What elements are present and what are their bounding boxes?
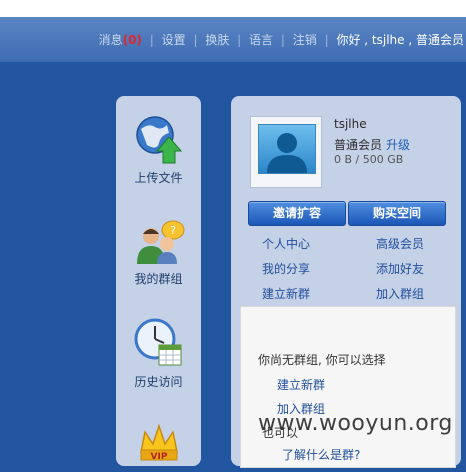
sidebar-item-history[interactable]: 历史访问 (116, 317, 201, 390)
nav-divider: | (237, 33, 242, 47)
sidebar-item-upload[interactable]: 上传文件 (116, 113, 201, 186)
personal-center-link[interactable]: 个人中心 (262, 235, 310, 252)
browser-top-strip (0, 0, 466, 17)
top-nav: 消息(0) | 设置 | 换肤 | 语言 | 注销 | 你好 , tsjlhe … (99, 30, 464, 50)
sidebar-item-label: 上传文件 (134, 171, 183, 185)
upload-globe-icon (135, 116, 182, 164)
create-group-link[interactable]: 建立新群 (262, 285, 310, 302)
svg-text:?: ? (170, 224, 176, 237)
sidebar-item-label: 历史访问 (134, 375, 183, 389)
groups-content-box (240, 306, 456, 468)
invite-expand-button[interactable]: 邀请扩容 (248, 201, 346, 226)
avatar-silhouette-icon (258, 124, 316, 174)
member-level-label: 普通会员 (334, 138, 383, 152)
member-level: 普通会员 升级 (334, 136, 410, 153)
avatar[interactable] (250, 116, 322, 188)
watermark: www.wooyun.org (258, 411, 453, 436)
nav-divider: | (280, 33, 285, 47)
skin-link[interactable]: 换肤 (205, 30, 229, 50)
messages-link[interactable]: 消息(0) (99, 30, 142, 50)
vip-crown-icon: VIP (139, 423, 178, 462)
storage-quota: 0 B / 500 GB (334, 153, 404, 166)
username: tsjlhe (334, 117, 367, 131)
what-is-group-link[interactable]: 了解什么是群? (282, 446, 360, 463)
settings-link[interactable]: 设置 (162, 30, 186, 50)
vip-crown-label: VIP (150, 452, 167, 462)
messages-label: 消息 (98, 33, 123, 47)
premium-member-link[interactable]: 高级会员 (376, 235, 424, 252)
sidebar-item-vip[interactable]: VIP (116, 420, 201, 472)
create-group-option[interactable]: 建立新群 (277, 376, 325, 393)
sidebar-item-groups[interactable]: ? 我的群组 (116, 214, 201, 287)
nav-divider: | (149, 33, 154, 47)
my-share-link[interactable]: 我的分享 (262, 260, 310, 277)
sidebar-item-label: 我的群组 (134, 272, 183, 286)
language-link[interactable]: 语言 (249, 30, 273, 50)
join-group-link[interactable]: 加入群组 (376, 285, 424, 302)
group-people-icon: ? (136, 220, 184, 264)
messages-count-badge: (0) (122, 33, 142, 47)
logout-link[interactable]: 注销 (293, 30, 317, 50)
history-clock-icon (134, 318, 181, 366)
nav-divider: | (324, 33, 329, 47)
no-groups-prompt: 你尚无群组, 你可以选择 (258, 353, 386, 367)
upgrade-link[interactable]: 升级 (386, 138, 410, 152)
add-friend-link[interactable]: 添加好友 (376, 260, 424, 277)
buy-space-button[interactable]: 购买空间 (348, 201, 446, 226)
nav-divider: | (193, 33, 198, 47)
user-greeting: 你好 , tsjlhe , 普通会员 (336, 33, 464, 47)
